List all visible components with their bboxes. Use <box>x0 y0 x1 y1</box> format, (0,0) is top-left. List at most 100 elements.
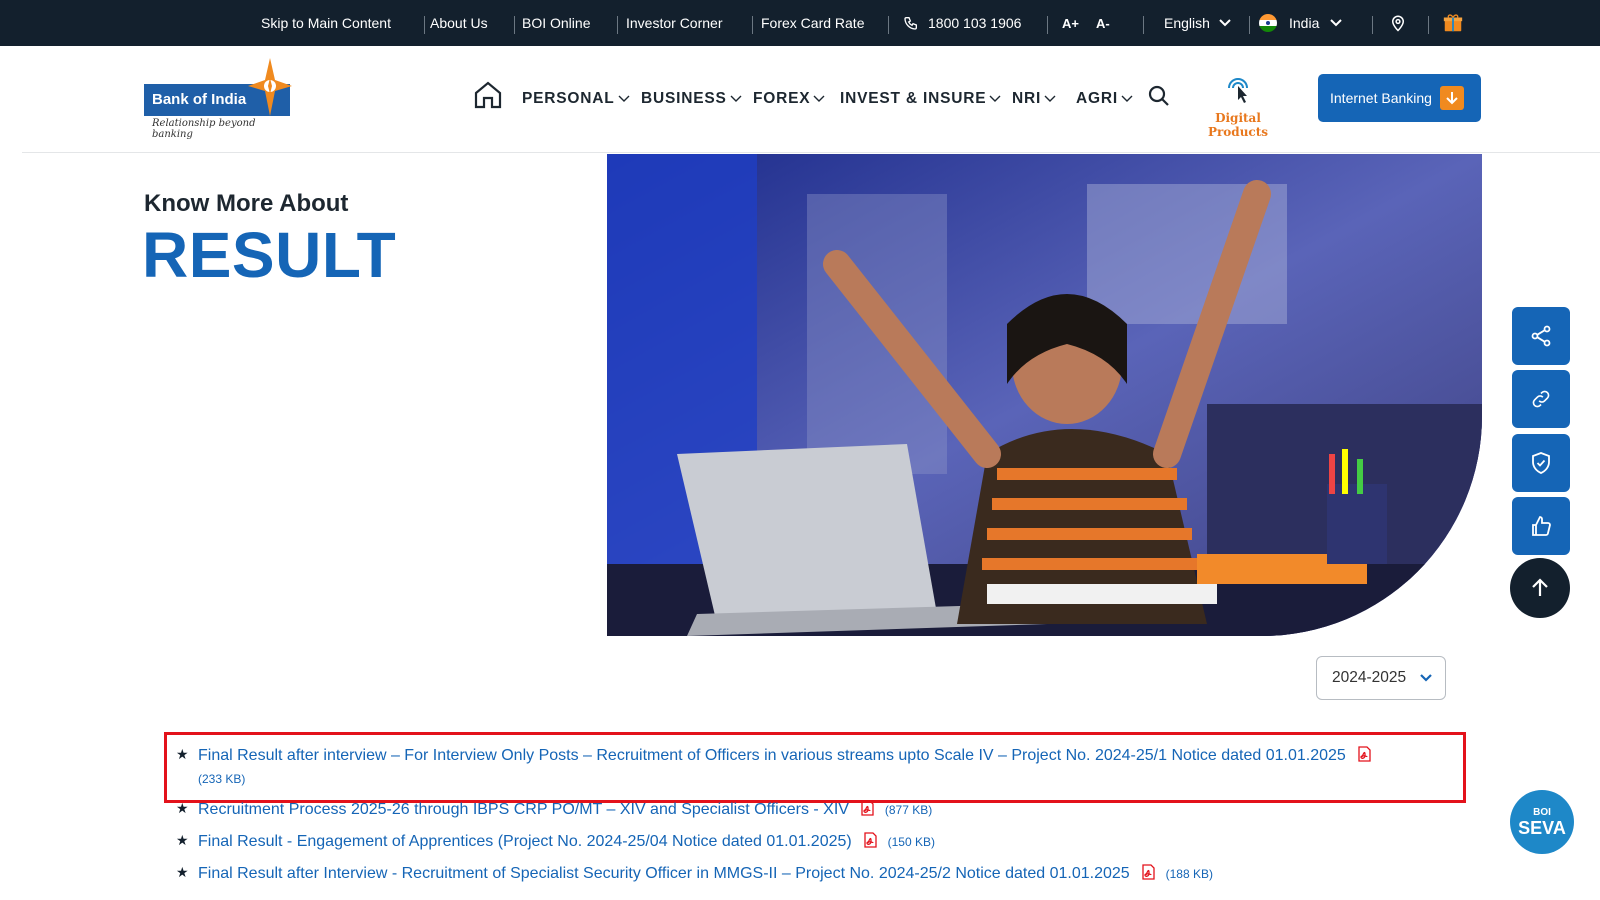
nav-business-label: BUSINESS <box>641 90 727 107</box>
nav-invest-insure-label: INVEST & INSURE <box>840 90 987 107</box>
chevron-down-icon <box>1330 19 1343 27</box>
separator <box>514 16 515 34</box>
india-flag-icon <box>1259 14 1277 32</box>
star-logo-icon <box>248 58 292 116</box>
star-bullet-icon: ★ <box>176 864 189 880</box>
security-button[interactable] <box>1512 434 1570 492</box>
chevron-down-icon <box>989 95 1001 102</box>
chevron-down-icon <box>1121 95 1133 102</box>
tap-icon <box>1228 78 1248 103</box>
bank-logo[interactable]: Bank of India Relationship beyond bankin… <box>144 58 294 140</box>
year-select[interactable]: 2024-2025 <box>1316 656 1446 700</box>
nav-agri-label: AGRI <box>1076 90 1118 107</box>
internet-banking-button[interactable]: Internet Banking <box>1318 74 1481 122</box>
gift-button[interactable] <box>1442 0 1464 46</box>
shield-check-icon <box>1532 452 1550 474</box>
result-link[interactable]: Final Result after interview – For Inter… <box>198 747 1346 764</box>
star-bullet-icon: ★ <box>176 800 189 816</box>
location-pin-icon <box>1391 15 1405 32</box>
link-icon <box>1532 390 1550 408</box>
feedback-button[interactable] <box>1512 497 1570 555</box>
font-decrease-button[interactable]: A- <box>1096 0 1110 46</box>
separator <box>1428 16 1429 34</box>
page-title: RESULT <box>142 219 397 291</box>
nav-forex-label: FOREX <box>753 90 811 107</box>
font-increase-button[interactable]: A+ <box>1062 0 1079 46</box>
arrow-down-icon <box>1439 86 1464 110</box>
star-bullet-icon: ★ <box>176 832 189 848</box>
result-link[interactable]: Final Result after Interview - Recruitme… <box>198 865 1130 882</box>
pdf-icon[interactable] <box>1142 864 1155 880</box>
nav-agri[interactable]: AGRI <box>1076 46 1133 152</box>
star-bullet-icon: ★ <box>176 746 189 762</box>
country-dropdown[interactable]: India <box>1259 0 1343 46</box>
link-button[interactable] <box>1512 370 1570 428</box>
digital-products-label: Digital Products <box>1207 111 1269 139</box>
search-button[interactable] <box>1147 84 1171 113</box>
forex-card-rate-link[interactable]: Forex Card Rate <box>761 0 864 46</box>
nav-invest-insure[interactable]: INVEST & INSURE <box>840 46 1001 152</box>
boi-online-link[interactable]: BOI Online <box>522 0 590 46</box>
separator <box>752 16 753 34</box>
result-link[interactable]: Recruitment Process 2025-26 through IBPS… <box>198 801 849 818</box>
nav-business[interactable]: BUSINESS <box>641 46 742 152</box>
separator <box>1372 16 1373 34</box>
phone-link[interactable]: 1800 103 1906 <box>903 0 1021 46</box>
seva-line2: SEVA <box>1518 818 1566 838</box>
separator <box>617 16 618 34</box>
header-divider <box>22 152 1600 153</box>
top-utility-bar: Skip to Main Content About Us BOI Online… <box>0 0 1600 46</box>
internet-banking-label: Internet Banking <box>1330 90 1432 106</box>
separator <box>424 16 425 34</box>
home-icon <box>474 81 502 109</box>
nav-nri-label: NRI <box>1012 90 1042 107</box>
boi-seva-chat-button[interactable]: BOI SEVA <box>1510 790 1574 854</box>
language-label: English <box>1164 15 1210 31</box>
file-size-label: (188 KB) <box>1165 867 1213 881</box>
chevron-down-icon <box>1420 674 1432 682</box>
separator <box>1047 16 1048 34</box>
chevron-down-icon <box>730 95 742 102</box>
investor-corner-link[interactable]: Investor Corner <box>626 0 722 46</box>
chevron-down-icon <box>618 95 630 102</box>
skip-to-main-link[interactable]: Skip to Main Content <box>261 0 391 46</box>
nav-nri[interactable]: NRI <box>1012 46 1056 152</box>
share-icon <box>1531 325 1551 347</box>
nav-personal-label: PERSONAL <box>522 90 615 107</box>
file-size-label: (877 KB) <box>884 803 933 817</box>
phone-icon <box>904 17 917 30</box>
separator <box>888 16 889 34</box>
nav-personal[interactable]: PERSONAL <box>522 46 630 152</box>
file-size-label: (150 KB) <box>887 835 935 849</box>
hero-subtitle: Know More About <box>144 190 349 217</box>
pdf-icon[interactable] <box>1358 746 1371 762</box>
chevron-down-icon <box>813 95 825 102</box>
pdf-icon[interactable] <box>861 800 875 816</box>
about-us-link[interactable]: About Us <box>430 0 488 46</box>
year-select-value: 2024-2025 <box>1332 669 1407 686</box>
highlight-box <box>164 732 1466 803</box>
separator <box>1143 16 1144 34</box>
search-icon <box>1148 85 1169 106</box>
home-button[interactable] <box>473 80 503 115</box>
digital-products-link[interactable]: Digital Products <box>1188 74 1288 139</box>
thumbs-up-icon <box>1532 516 1551 536</box>
gift-icon <box>1443 14 1463 32</box>
phone-number: 1800 103 1906 <box>928 15 1022 31</box>
branch-locator-button[interactable] <box>1389 0 1407 46</box>
separator <box>1249 16 1250 34</box>
language-dropdown[interactable]: English <box>1164 0 1232 46</box>
pdf-icon[interactable] <box>864 832 877 848</box>
arrow-up-icon <box>1532 578 1548 596</box>
seva-line1: BOI <box>1533 807 1551 818</box>
hero-image <box>607 154 1482 636</box>
result-link[interactable]: Final Result - Engagement of Apprentices… <box>198 833 852 850</box>
file-size-label: (233 KB) <box>198 772 246 786</box>
scroll-to-top-button[interactable] <box>1510 558 1570 618</box>
share-button[interactable] <box>1512 307 1570 365</box>
hero-illustration <box>607 154 1482 636</box>
nav-forex[interactable]: FOREX <box>753 46 825 152</box>
chevron-down-icon <box>1044 95 1056 102</box>
logo-tagline: Relationship beyond banking <box>152 118 256 140</box>
file-size: (233 KB) <box>198 770 245 788</box>
